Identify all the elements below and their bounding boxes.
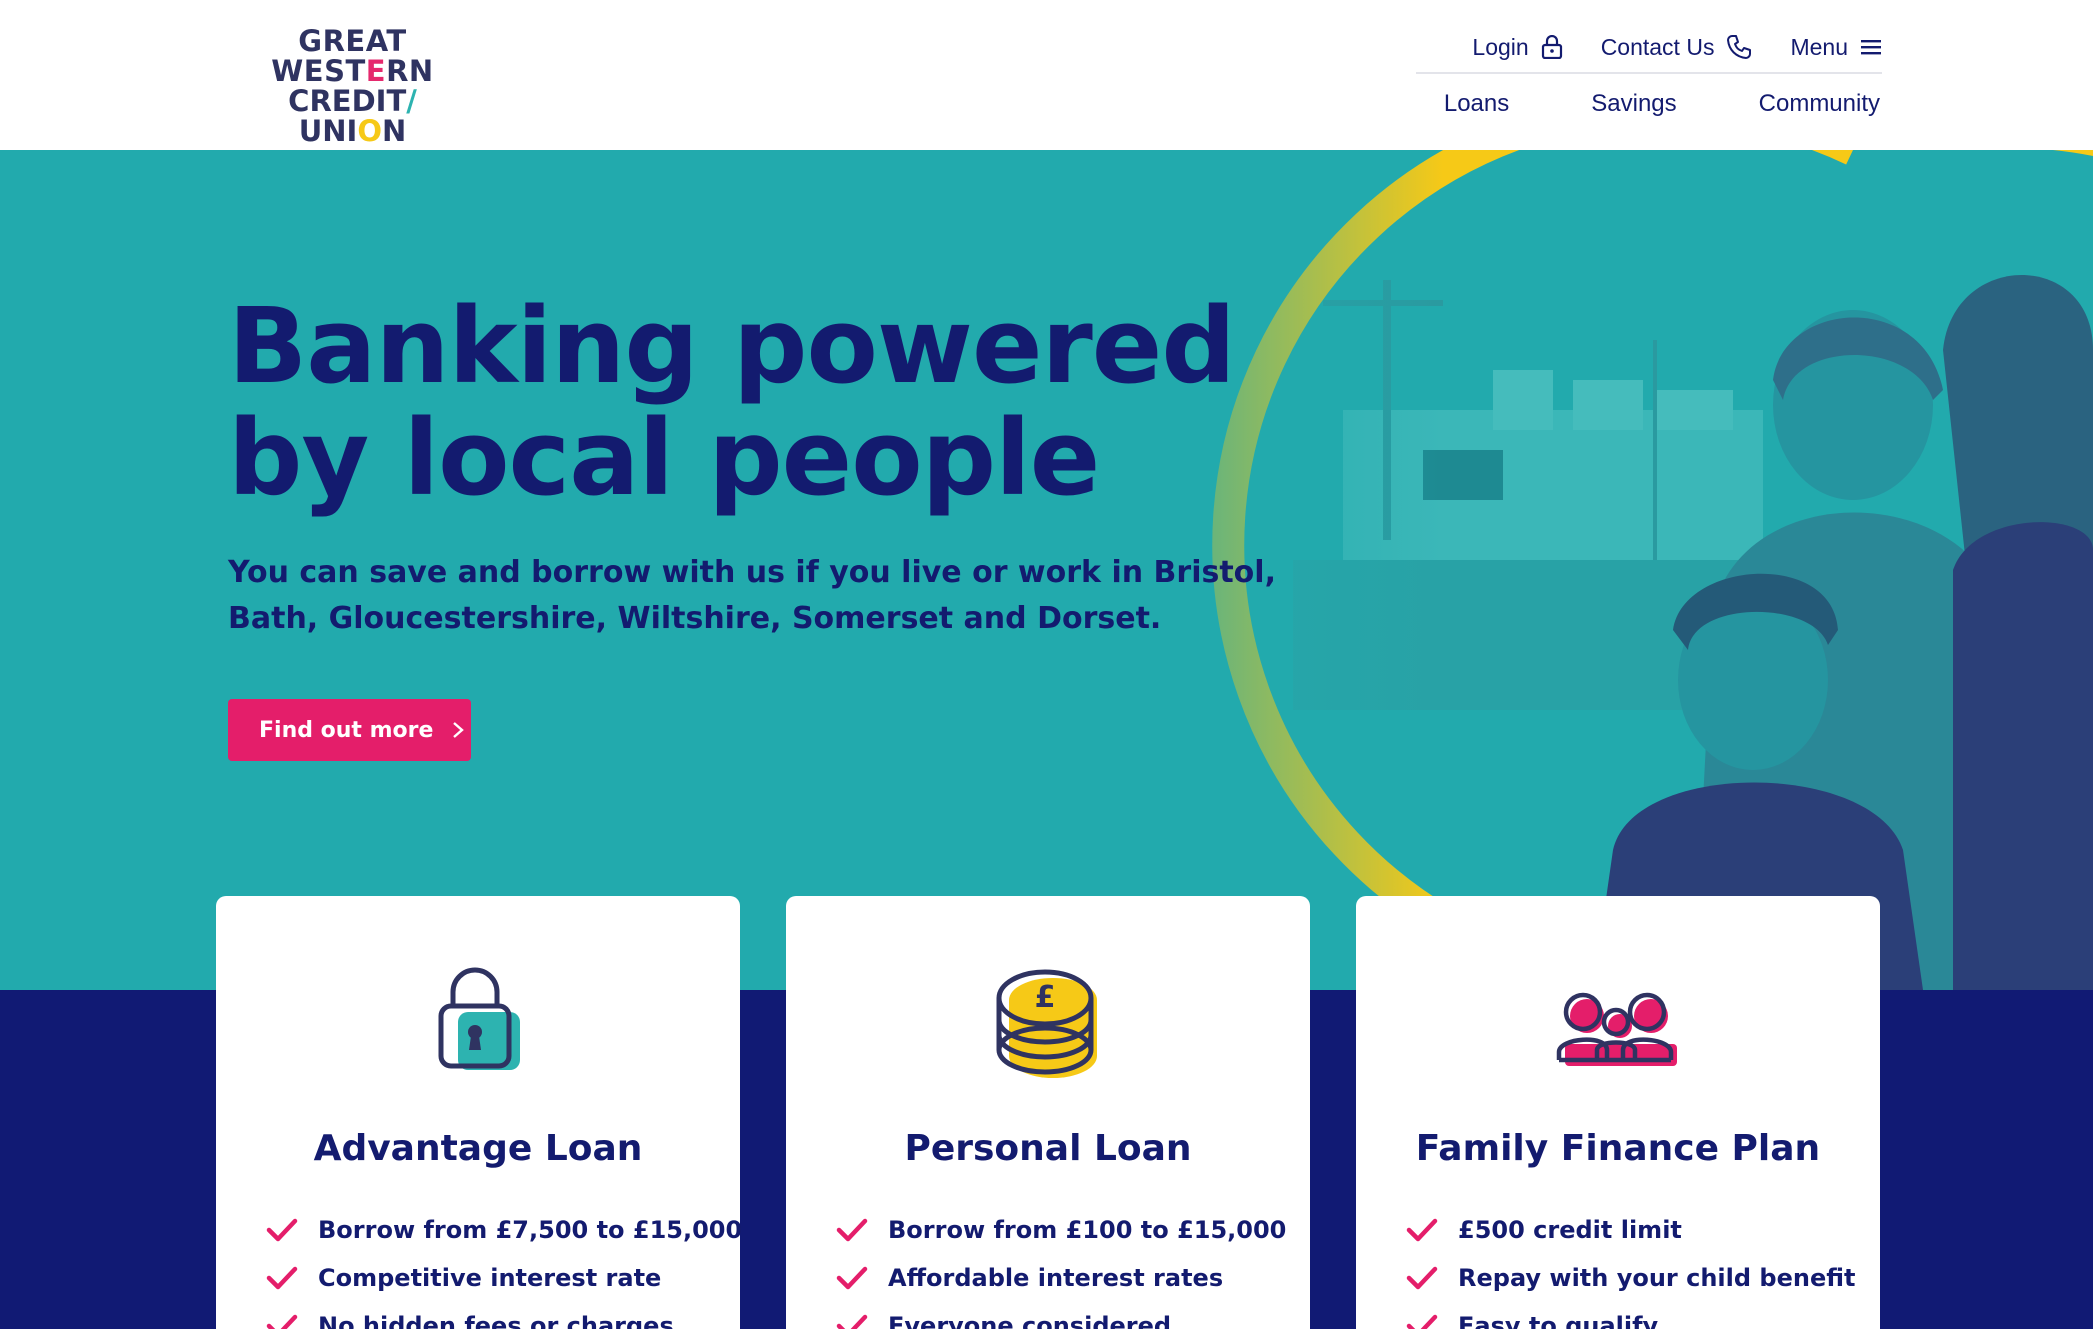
product-card-advantage-loan[interactable]: Advantage Loan Borrow from £7,500 to £15… <box>216 896 742 1329</box>
nav-divider <box>1416 72 1882 74</box>
nav-item-community[interactable]: Community <box>1759 90 1880 118</box>
list-item: Borrow from £7,500 to £15,000 <box>266 1206 742 1254</box>
utility-nav: Login Contact Us Menu <box>1472 26 1882 68</box>
card-title: Family Finance Plan <box>1415 1128 1821 1169</box>
card-feature-list: Borrow from £100 to £15,000 Affordable i… <box>836 1206 1286 1329</box>
card-title: Personal Loan <box>904 1128 1192 1169</box>
hero-subtitle: You can save and borrow with us if you l… <box>228 555 1276 636</box>
main-nav: Loans Savings Community <box>1444 90 1880 118</box>
list-item: Easy to qualify <box>1406 1302 1856 1329</box>
checkmark-icon <box>266 1218 298 1242</box>
list-item: Affordable interest rates <box>836 1254 1286 1302</box>
logo-line-2: CREDIT/ <box>288 84 417 118</box>
padlock-icon <box>438 967 520 1070</box>
product-card-personal-loan[interactable]: £ Personal Loan Borrow from £100 to £15,… <box>786 896 1310 1329</box>
checkmark-icon <box>1406 1218 1438 1242</box>
lock-icon <box>1541 35 1562 59</box>
nav-item-loans[interactable]: Loans <box>1444 90 1509 118</box>
contact-us-link[interactable]: Contact Us <box>1601 34 1753 61</box>
hero-title: Banking powered by local people <box>228 285 1236 519</box>
login-link[interactable]: Login <box>1472 34 1562 61</box>
product-card-family-finance-plan[interactable]: Family Finance Plan £500 credit limit Re… <box>1356 896 1880 1329</box>
find-out-more-button[interactable]: Find out more <box>228 699 471 761</box>
menu-button[interactable]: Menu <box>1790 34 1882 61</box>
great-western-credit-union-logo[interactable]: GREAT WESTERN CREDIT/ UNION <box>215 24 490 146</box>
list-item: Repay with your child benefit <box>1406 1254 1856 1302</box>
card-title: Advantage Loan <box>313 1128 643 1169</box>
pound-sign: £ <box>1035 980 1056 1015</box>
chevron-right-icon <box>453 722 465 738</box>
hero-title-line-1: Banking powered <box>228 285 1236 407</box>
nav-item-savings[interactable]: Savings <box>1591 90 1676 118</box>
family-icon <box>1556 992 1677 1066</box>
checkmark-icon <box>836 1218 868 1242</box>
card-feature-list: Borrow from £7,500 to £15,000 Competitiv… <box>266 1206 742 1329</box>
phone-icon <box>1727 35 1752 59</box>
list-item: Competitive interest rate <box>266 1254 742 1302</box>
logo-line-3: UNION <box>298 114 407 148</box>
login-label: Login <box>1472 33 1529 60</box>
checkmark-icon <box>266 1314 298 1329</box>
checkmark-icon <box>1406 1314 1438 1329</box>
checkmark-icon <box>266 1266 298 1290</box>
logo-line-1: GREAT WESTERN <box>271 24 434 88</box>
list-item: £500 credit limit <box>1406 1206 1856 1254</box>
checkmark-icon <box>836 1314 868 1329</box>
contact-us-label: Contact Us <box>1600 33 1715 60</box>
list-item: No hidden fees or charges <box>266 1302 742 1329</box>
list-item: Borrow from £100 to £15,000 <box>836 1206 1286 1254</box>
coins-icon: £ <box>996 969 1097 1078</box>
site-header: GREAT WESTERN CREDIT/ UNION Login Contac… <box>0 0 2093 150</box>
checkmark-icon <box>1406 1266 1438 1290</box>
hero-title-line-2: by local people <box>228 397 1100 519</box>
list-item: Everyone considered <box>836 1302 1286 1329</box>
hero-section: Banking powered by local people You can … <box>0 150 2093 990</box>
menu-label: Menu <box>1790 33 1848 60</box>
card-feature-list: £500 credit limit Repay with your child … <box>1406 1206 1856 1329</box>
find-out-more-label: Find out more <box>259 717 434 743</box>
hamburger-icon <box>1861 40 1881 55</box>
checkmark-icon <box>836 1266 868 1290</box>
